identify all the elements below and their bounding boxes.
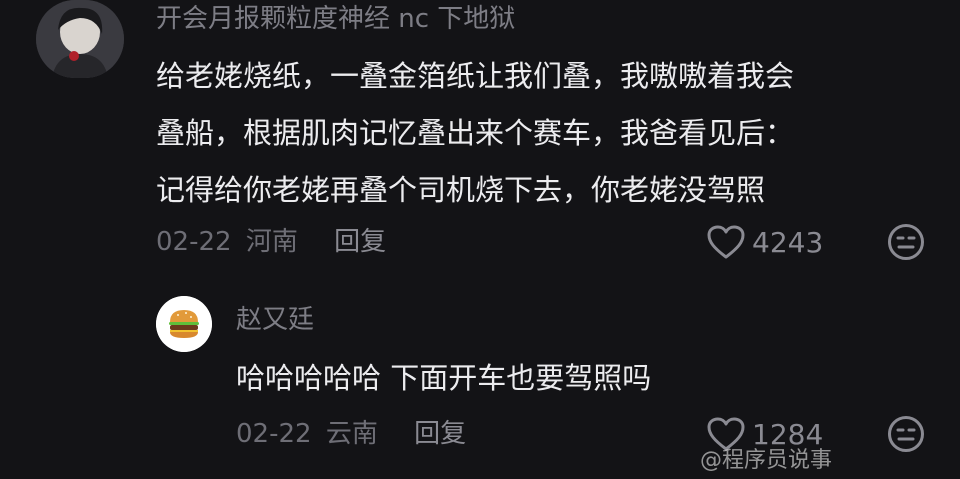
- burger-icon: [156, 296, 212, 352]
- comment-line: 给老姥烧纸，一叠金箔纸让我们叠，我嗷嗷着我会: [156, 59, 795, 93]
- comment-text: 给老姥烧纸，一叠金箔纸让我们叠，我嗷嗷着我会 叠船，根据肌肉记忆叠出来个赛车，我…: [156, 48, 936, 219]
- reply-text: 哈哈哈哈哈 下面开车也要驾照吗: [236, 361, 652, 395]
- watermark: @程序员说事: [700, 448, 833, 473]
- comment-line: 记得给你老姥再叠个司机烧下去，你老姥没驾照: [156, 173, 766, 207]
- neutral-face-icon: [888, 224, 924, 260]
- comment-date: 02-22: [156, 227, 232, 257]
- comment-line: 叠船，根据肌肉记忆叠出来个赛车，我爸看见后：: [156, 116, 795, 150]
- neutral-face-icon: [888, 416, 924, 452]
- like-button[interactable]: 4243: [706, 222, 823, 262]
- username[interactable]: 开会月报颗粒度神经 nc 下地狱: [156, 0, 515, 38]
- anime-avatar-icon: [36, 0, 124, 78]
- heart-icon: [707, 225, 745, 259]
- reply-date: 02-22: [236, 419, 312, 449]
- reply-location: 云南: [325, 419, 378, 449]
- reply-username[interactable]: 赵又廷: [236, 302, 314, 338]
- dislike-emoji-button[interactable]: [886, 222, 926, 262]
- avatar[interactable]: [36, 0, 124, 78]
- like-count: 4243: [752, 225, 824, 259]
- reply-meta: 02-22 云南 回复: [236, 414, 466, 454]
- reply-avatar[interactable]: [156, 296, 212, 352]
- reply-dislike-emoji-button[interactable]: [886, 414, 926, 454]
- reply-button[interactable]: 回复: [334, 227, 386, 257]
- comment-location: 河南: [245, 227, 298, 257]
- comment-meta: 02-22 河南 回复: [156, 222, 386, 262]
- reply-reply-button[interactable]: 回复: [414, 419, 466, 449]
